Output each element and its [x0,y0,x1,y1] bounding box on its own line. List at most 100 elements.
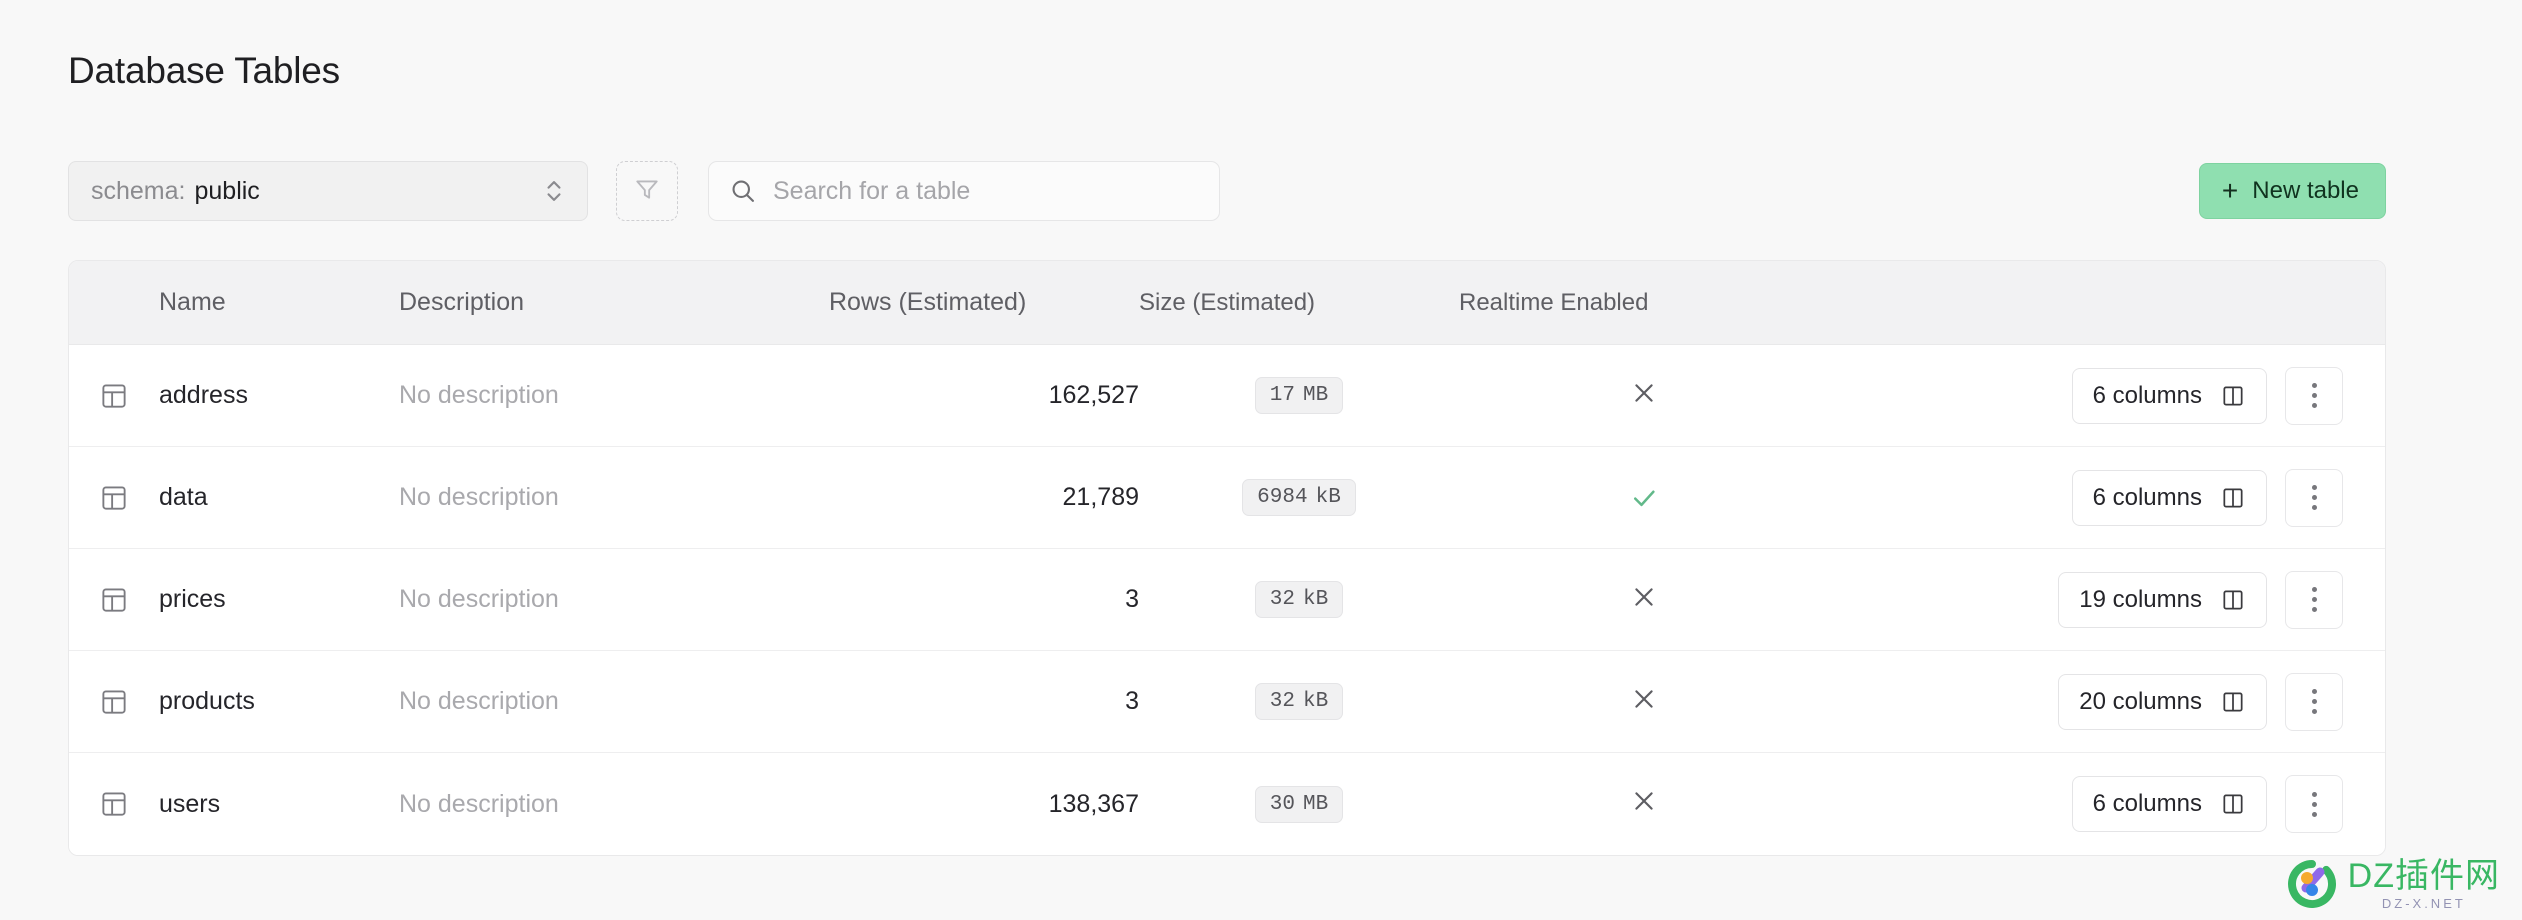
plus-icon: + [2221,175,2239,206]
columns-cell: 6 columns [2071,367,2285,424]
schema-selector[interactable]: schema: public [68,161,588,221]
vertical-dots-icon [2311,791,2317,817]
table-size-cell: 30 MB [1139,785,1459,823]
row-menu-cell [2285,775,2385,833]
table-name: data [159,483,208,511]
table-row-count: 21,789 [1062,483,1139,511]
size-value: 17 [1269,384,1295,407]
size-value: 6984 [1257,486,1308,509]
header-size: Size (Estimated) [1139,288,1316,316]
table-description: No description [399,789,559,818]
columns-label: 19 columns [2079,585,2202,613]
watermark-text: DZ插件网 DZ-X.NET [2348,859,2500,910]
size-value: 32 [1269,690,1295,713]
realtime-status [1459,787,1829,821]
row-menu-cell [2285,570,2385,629]
vertical-dots-icon [2311,383,2317,408]
table-size-cell: 6984 kB [1139,479,1459,516]
x-icon [1630,379,1658,413]
dz-logo-icon [2286,858,2338,910]
columns-button[interactable]: 19 columns [2058,571,2267,628]
columns-icon [2220,485,2246,511]
columns-icon [2220,791,2246,817]
columns-icon [2220,689,2246,715]
table-body: address No description 162,527 17 MB 6 c… [69,345,2385,855]
size-unit: MB [1303,384,1329,407]
table-row[interactable]: users No description 138,367 30 MB 6 col… [69,753,2385,855]
columns-icon [2220,587,2246,613]
table-row[interactable]: address No description 162,527 17 MB 6 c… [69,345,2385,447]
table-size-cell: 17 MB [1139,377,1459,414]
columns-label: 20 columns [2079,687,2202,715]
header-name: Name [159,288,226,316]
chevron-up-down-icon [543,176,565,206]
columns-button[interactable]: 6 columns [2071,367,2267,424]
columns-cell: 6 columns [2071,469,2285,526]
page-title: Database Tables [68,50,340,91]
filter-funnel-icon [634,176,660,207]
columns-label: 6 columns [2092,483,2202,511]
table-icon [69,381,159,411]
size-unit: kB [1315,486,1341,509]
table-description: No description [399,585,559,613]
search-box[interactable] [708,161,1220,221]
realtime-status [1459,379,1829,413]
x-icon [1630,787,1658,821]
database-tables-page: Database Tables schema: public Search fo… [0,0,2522,920]
columns-label: 6 columns [2092,381,2202,409]
table-description: No description [399,687,559,715]
row-menu-button[interactable] [2285,570,2343,629]
row-menu-button[interactable] [2285,468,2343,527]
row-menu-button[interactable] [2285,672,2343,731]
columns-cell: 6 columns [2071,776,2285,832]
table-row[interactable]: data No description 21,789 6984 kB 6 col… [69,447,2385,549]
vertical-dots-icon [2311,485,2317,510]
vertical-dots-icon [2311,587,2317,612]
size-value: 32 [1269,588,1295,611]
new-table-label: New table [2252,177,2359,204]
size-badge: 17 MB [1254,377,1344,414]
table-description: No description [399,483,559,511]
table-name: products [159,687,255,715]
table-icon [69,483,159,513]
columns-cell: 20 columns [2058,673,2285,730]
table-row-count: 3 [1125,585,1139,613]
vertical-dots-icon [2311,689,2317,714]
table-name: prices [159,585,226,613]
x-icon [1630,583,1658,617]
search-icon [729,177,757,205]
columns-icon [2220,383,2246,409]
columns-label: 6 columns [2092,790,2202,817]
size-badge: 30 MB [1254,785,1344,823]
size-badge: 6984 kB [1242,479,1356,516]
size-unit: kB [1303,690,1329,713]
table-row-count: 3 [1125,687,1139,715]
row-menu-button[interactable] [2285,366,2343,425]
new-table-button[interactable]: + New table [2198,163,2386,219]
columns-button[interactable]: 6 columns [2071,776,2267,832]
size-unit: kB [1303,588,1329,611]
search-input[interactable] [773,176,1199,206]
toolbar: schema: public Search for a table + New … [68,160,2386,222]
columns-cell: 19 columns [2058,571,2285,628]
table-icon [69,585,159,615]
check-icon [1629,483,1659,513]
table-row[interactable]: prices No description 3 32 kB 19 columns [69,549,2385,651]
table-name: address [159,381,248,409]
row-menu-button[interactable] [2285,775,2343,833]
columns-button[interactable]: 6 columns [2071,469,2267,526]
table-icon [69,687,159,717]
table-row[interactable]: products No description 3 32 kB 20 colum… [69,651,2385,753]
table-size-cell: 32 kB [1139,683,1459,720]
row-menu-cell [2285,468,2385,527]
table-icon [69,789,159,819]
table-row-count: 162,527 [1048,381,1139,409]
columns-button[interactable]: 20 columns [2058,673,2267,730]
filter-button[interactable] [616,161,678,221]
watermark: DZ插件网 DZ-X.NET [2286,858,2500,910]
table-row-count: 138,367 [1048,789,1139,818]
x-icon [1630,685,1658,719]
schema-selected-value: public [194,176,260,205]
row-menu-cell [2285,366,2385,425]
watermark-sub: DZ-X.NET [2381,895,2466,911]
